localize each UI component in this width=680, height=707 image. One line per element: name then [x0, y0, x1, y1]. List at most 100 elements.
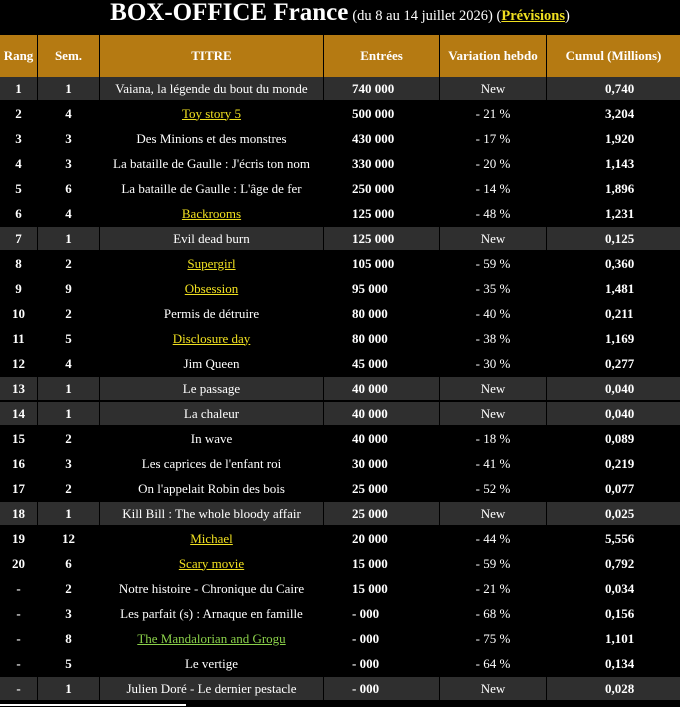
rank-cell: 8 — [0, 252, 38, 277]
movie-title-link[interactable]: Disclosure day — [173, 331, 251, 346]
admissions-cell: 500 000 — [324, 102, 440, 127]
cumul-cell: 0,211 — [547, 302, 680, 327]
title-cell: Obsession — [100, 277, 324, 302]
cumul-cell: 0,040 — [547, 402, 680, 427]
week-cell: 6 — [38, 552, 100, 577]
variation-cell: - 14 % — [440, 177, 547, 202]
table-row: -5 Le vertige - 000- 64 % 0,134 — [0, 652, 680, 677]
page-header: BOX-OFFICE France (du 8 au 14 juillet 20… — [0, 0, 680, 32]
cumul-cell: 0,025 — [547, 502, 680, 527]
cumul-cell: 0,792 — [547, 552, 680, 577]
admissions-cell: 330 000 — [324, 152, 440, 177]
rank-cell: 10 — [0, 302, 38, 327]
week-cell: 8 — [38, 627, 100, 652]
title-cell: On l'appelait Robin des bois — [100, 477, 324, 502]
cumul-cell: 5,556 — [547, 527, 680, 552]
table-row: 20 6 Scary movie 15 000- 59 % 0,792 — [0, 552, 680, 577]
admissions-cell: 740 000 — [324, 77, 440, 102]
admissions-cell: - 000 — [324, 652, 440, 677]
week-cell: 1 — [38, 377, 100, 402]
title-cell: Disclosure day — [100, 327, 324, 352]
title-cell: Le passage — [100, 377, 324, 402]
movie-title-link[interactable]: Scary movie — [179, 556, 244, 571]
table-row: 16 3 Les caprices de l'enfant roi 30 000- 4… — [0, 452, 680, 477]
column-header-rang: Rang — [0, 35, 38, 77]
variation-cell: - 35 % — [440, 277, 547, 302]
variation-cell: - 52 % — [440, 477, 547, 502]
previsions-link[interactable]: Prévisions — [501, 8, 565, 24]
variation-cell: - 18 % — [440, 427, 547, 452]
movie-title-link[interactable]: Obsession — [185, 281, 238, 296]
admissions-cell: 80 000 — [324, 327, 440, 352]
rank-cell: 19 — [0, 527, 38, 552]
cumul-cell: 0,134 — [547, 652, 680, 677]
rank-cell: 7 — [0, 227, 38, 252]
table-row: -3 Les parfait (s) : Arnaque en famille - … — [0, 602, 680, 627]
week-cell: 5 — [38, 652, 100, 677]
movie-title-link[interactable]: The Mandalorian and Grogu — [137, 631, 285, 646]
week-cell: 5 — [38, 327, 100, 352]
variation-cell: - 41 % — [440, 452, 547, 477]
rank-cell: 9 — [0, 277, 38, 302]
admissions-cell: 40 000 — [324, 427, 440, 452]
week-cell: 3 — [38, 127, 100, 152]
title-cell: Toy story 5 — [100, 102, 324, 127]
table-row: -2 Notre histoire - Chronique du Caire 15 … — [0, 577, 680, 602]
week-cell: 2 — [38, 577, 100, 602]
title-cell: La bataille de Gaulle : J'écris ton nom — [100, 152, 324, 177]
title-cell: Julien Doré - Le dernier pestacle — [100, 677, 324, 702]
week-cell: 3 — [38, 152, 100, 177]
admissions-cell: 20 000 — [324, 527, 440, 552]
variation-cell: - 44 % — [440, 527, 547, 552]
cumul-cell: 1,143 — [547, 152, 680, 177]
movie-title-link[interactable]: Backrooms — [182, 206, 241, 221]
admissions-cell: 45 000 — [324, 352, 440, 377]
rank-cell: 4 — [0, 152, 38, 177]
admissions-cell: 40 000 — [324, 377, 440, 402]
week-cell: 2 — [38, 427, 100, 452]
title-cell: Scary movie — [100, 552, 324, 577]
cumul-cell: 3,204 — [547, 102, 680, 127]
variation-cell: - 64 % — [440, 652, 547, 677]
column-header-semaine: Sem. — [38, 35, 100, 77]
rank-cell: 2 — [0, 102, 38, 127]
table-row: -1 Julien Doré - Le dernier pestacle - 000… — [0, 677, 680, 702]
cumul-cell: 0,125 — [547, 227, 680, 252]
rank-cell: - — [0, 652, 38, 677]
cumul-cell: 0,740 — [547, 77, 680, 102]
cumul-cell: 0,028 — [547, 677, 680, 702]
variation-cell: - 59 % — [440, 552, 547, 577]
variation-cell: New — [440, 227, 547, 252]
cumul-cell: 1,481 — [547, 277, 680, 302]
variation-cell: New — [440, 377, 547, 402]
table-header-row: Rang Sem. TITRE Entrées Variation hebdo … — [0, 35, 680, 77]
table-body: 1 1 Vaiana, la légende du bout du monde 740… — [0, 77, 680, 702]
admissions-cell: 15 000 — [324, 577, 440, 602]
column-header-entrees: Entrées — [324, 35, 440, 77]
week-cell: 4 — [38, 202, 100, 227]
box-office-table: Rang Sem. TITRE Entrées Variation hebdo … — [0, 35, 680, 702]
title-cell: Les caprices de l'enfant roi — [100, 452, 324, 477]
table-row: 13 1 Le passage 40 000 New 0,040 — [0, 377, 680, 402]
cumul-cell: 0,034 — [547, 577, 680, 602]
cumul-cell: 0,219 — [547, 452, 680, 477]
title-cell: Kill Bill : The whole bloody affair — [100, 502, 324, 527]
table-row: 9 9 Obsession 95 000- 35 % 1,481 — [0, 277, 680, 302]
table-row: 3 3 Des Minions et des monstres 430 000- 17… — [0, 127, 680, 152]
week-cell: 3 — [38, 452, 100, 477]
title-cell: In wave — [100, 427, 324, 452]
variation-cell: - 21 % — [440, 577, 547, 602]
variation-cell: - 30 % — [440, 352, 547, 377]
title-cell: Evil dead burn — [100, 227, 324, 252]
movie-title-link[interactable]: Supergirl — [187, 256, 235, 271]
movie-title-link[interactable]: Toy story 5 — [182, 106, 241, 121]
table-row: 17 2 On l'appelait Robin des bois 25 000- 5… — [0, 477, 680, 502]
variation-cell: - 20 % — [440, 152, 547, 177]
cumul-cell: 1,101 — [547, 627, 680, 652]
table-row: 6 4 Backrooms 125 000- 48 % 1,231 — [0, 202, 680, 227]
movie-title-link[interactable]: Michael — [190, 531, 233, 546]
admissions-cell: 25 000 — [324, 502, 440, 527]
title-cell: The Mandalorian and Grogu — [100, 627, 324, 652]
cumul-cell: 0,156 — [547, 602, 680, 627]
admissions-cell: - 000 — [324, 602, 440, 627]
